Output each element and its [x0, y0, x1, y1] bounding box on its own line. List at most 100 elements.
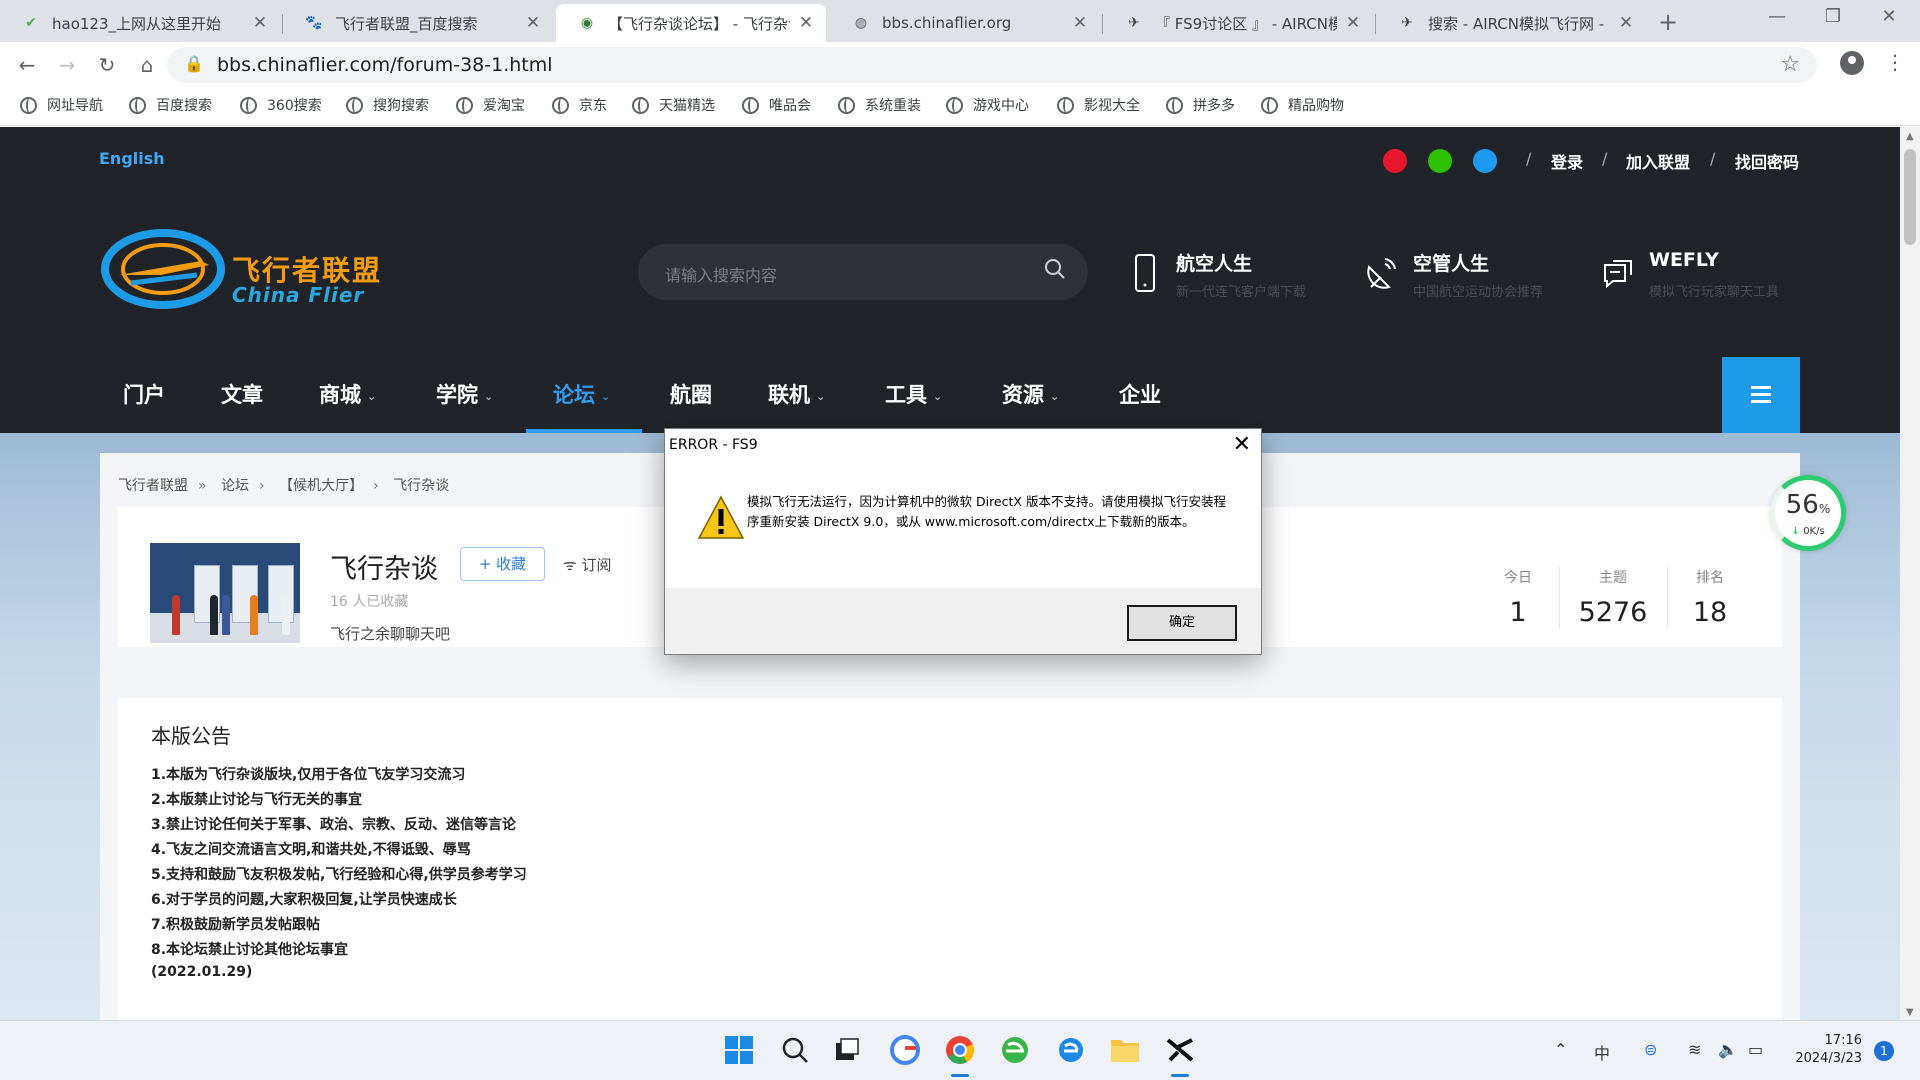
china-flier-logo-icon[interactable] [101, 227, 225, 311]
nav-tools[interactable]: 工具 ⌄ [885, 379, 942, 409]
home-icon[interactable]: ⌂ [132, 50, 162, 80]
error-dialog: ERROR - FS9 ✕ 模拟飞行无法运行，因为计算机中的微软 DirectX… [664, 428, 1262, 655]
breadcrumb-current[interactable]: 飞行杂谈 [393, 478, 449, 494]
fs9-plane-icon[interactable] [1163, 1033, 1197, 1077]
nav-forum[interactable]: 论坛 ⌄ [553, 379, 610, 409]
minimize-icon[interactable]: — [1757, 6, 1797, 27]
bookmark-item[interactable]: 精品购物 [1261, 95, 1344, 115]
close-tab-icon[interactable]: ✕ [798, 13, 814, 33]
scroll-up-icon[interactable]: ▲ [1906, 131, 1914, 142]
english-link[interactable]: English [99, 149, 165, 168]
tab-chinaflier-active[interactable]: ◉ 【飞行杂谈论坛】 - 飞行杂谈 ✕ [556, 4, 826, 42]
close-window-icon[interactable]: ✕ [1869, 6, 1909, 27]
windows-taskbar: ⌃ 中 ⊜ ≋ 🔈 ▭ 17:16 2024/3/23 1 [0, 1020, 1920, 1080]
bookmark-item[interactable]: 网址导航 [20, 95, 103, 115]
scrollbar-thumb[interactable] [1904, 149, 1916, 245]
nav-online[interactable]: 联机 ⌄ [768, 379, 825, 409]
ok-button[interactable]: 确定 [1127, 605, 1237, 641]
ime-badge-icon[interactable]: ⊜ [1644, 1040, 1657, 1059]
breadcrumb-home[interactable]: 飞行者联盟 [118, 478, 188, 494]
breadcrumb: 飞行者联盟» 论坛 › 【候机大厅】 › 飞行杂谈 [118, 478, 450, 494]
nav-hangquan[interactable]: 航圈 [670, 379, 712, 409]
tab-hao123[interactable]: ✔ hao123_上网从这里开始 ✕ [0, 4, 280, 42]
scroll-down-icon[interactable]: ▼ [1906, 1007, 1914, 1018]
bookmark-item[interactable]: 拼多多 [1166, 95, 1235, 115]
favorite-button[interactable]: + 收藏 [460, 547, 545, 581]
profile-avatar-icon[interactable] [1840, 51, 1864, 75]
chevron-down-icon: ⌄ [484, 389, 494, 403]
plane-icon: ✈ [1401, 15, 1413, 31]
bookmark-star-icon[interactable]: ☆ [1780, 52, 1800, 77]
close-tab-icon[interactable]: ✕ [1618, 13, 1634, 33]
globe-icon [552, 96, 569, 114]
nav-portal[interactable]: 门户 [123, 379, 165, 409]
close-tab-icon[interactable]: ✕ [1072, 13, 1088, 33]
page-scrollbar[interactable]: ▲ ▼ [1900, 127, 1920, 1020]
windows-start-icon[interactable] [722, 1033, 756, 1067]
chrome-icon[interactable] [943, 1033, 977, 1077]
bookmark-item[interactable]: 影视大全 [1057, 95, 1140, 115]
tab-chinaflier-org[interactable]: ◍ bbs.chinaflier.org ✕ [830, 4, 1100, 42]
recover-password-link[interactable]: 找回密码 [1735, 149, 1799, 173]
bookmark-item[interactable]: 360搜索 [240, 95, 322, 115]
search-icon[interactable] [1044, 258, 1066, 280]
nav-enterprise[interactable]: 企业 [1119, 379, 1161, 409]
address-bar[interactable]: 🔒 bbs.chinaflier.com/forum-38-1.html ☆ [167, 47, 1817, 83]
bookmark-item[interactable]: 搜狗搜索 [346, 95, 429, 115]
battery-icon[interactable]: ▭ [1748, 1040, 1763, 1059]
bookmark-item[interactable]: 天猫精选 [632, 95, 715, 115]
notification-badge[interactable]: 1 [1874, 1041, 1894, 1061]
bookmark-item[interactable]: 系统重装 [838, 95, 921, 115]
task-view-icon[interactable] [830, 1033, 864, 1067]
nav-shop[interactable]: 商城 ⌄ [319, 379, 376, 409]
nav-academy[interactable]: 学院 ⌄ [436, 379, 493, 409]
nav-articles[interactable]: 文章 [221, 379, 263, 409]
bookmark-item[interactable]: 爱淘宝 [456, 95, 525, 115]
bookmark-item[interactable]: 京东 [552, 95, 607, 115]
wifi-icon[interactable]: ≋ [1688, 1040, 1701, 1059]
site-search-input[interactable]: 请输入搜索内容 [638, 244, 1088, 300]
rss-icon: ᯤ [563, 556, 582, 574]
weibo-icon[interactable] [1383, 149, 1407, 173]
hamburger-menu-icon[interactable] [1722, 357, 1800, 433]
close-icon[interactable]: ✕ [1233, 432, 1251, 457]
dialog-titlebar[interactable]: ERROR - FS9 ✕ [665, 429, 1261, 463]
network-speed-widget[interactable]: 56% ↓ 0K/s [1770, 475, 1846, 551]
close-tab-icon[interactable]: ✕ [252, 13, 268, 33]
volume-icon[interactable]: 🔈 [1718, 1040, 1738, 1059]
forward-icon[interactable]: → [52, 50, 82, 80]
back-icon[interactable]: ← [12, 50, 42, 80]
tab-aircn-search[interactable]: ✈ 搜索 - AIRCN模拟飞行网 - Powered by Discuz! ✕ [1376, 4, 1646, 42]
join-link[interactable]: 加入联盟 [1626, 149, 1690, 173]
internet-explorer-icon[interactable] [1054, 1033, 1088, 1067]
new-tab-button[interactable]: + [1653, 8, 1683, 36]
restore-icon[interactable]: ❐ [1813, 6, 1853, 27]
tab-aircn-fs9[interactable]: ✈ 『 FS9讨论区 』 - AIRCN模拟飞行网 ✕ [1103, 4, 1373, 42]
close-tab-icon[interactable]: ✕ [1345, 13, 1361, 33]
nav-resources[interactable]: 资源 ⌄ [1002, 379, 1059, 409]
breadcrumb-forum[interactable]: 论坛 [221, 478, 249, 494]
tab-baidu[interactable]: 🐾 飞行者联盟_百度搜索 ✕ [283, 4, 553, 42]
subscribe-button[interactable]: ᯤ 订阅 [563, 554, 611, 575]
reload-icon[interactable]: ↻ [92, 50, 122, 80]
browser-360-icon[interactable] [998, 1033, 1032, 1067]
baidu-paw-icon: 🐾 [305, 15, 323, 31]
more-menu-icon[interactable]: ⋮ [1885, 50, 1905, 74]
input-method-icon[interactable]: 中 [1594, 1040, 1610, 1064]
bookmark-item[interactable]: 唯品会 [742, 95, 811, 115]
close-tab-icon[interactable]: ✕ [525, 13, 541, 33]
breadcrumb-lounge[interactable]: 【候机大厅】 [279, 478, 363, 494]
chevron-up-icon[interactable]: ⌃ [1554, 1040, 1567, 1059]
search-icon[interactable] [778, 1033, 812, 1067]
qq-icon[interactable] [1473, 149, 1497, 173]
bookmark-item[interactable]: 百度搜索 [129, 95, 212, 115]
bookmark-item[interactable]: 游戏中心 [946, 95, 1029, 115]
login-link[interactable]: 登录 [1551, 149, 1583, 173]
system-clock[interactable]: 17:16 2024/3/23 [1792, 1032, 1862, 1068]
forum-thumbnail [150, 543, 300, 643]
file-explorer-icon[interactable] [1108, 1033, 1142, 1067]
google-app-icon[interactable] [888, 1033, 922, 1067]
dialog-body: 模拟飞行无法运行，因为计算机中的微软 DirectX 版本不支持。请使用模拟飞行… [665, 463, 1261, 588]
notice-line: 1.本版为飞行杂谈版块,仅用于各位飞友学习交流习 [151, 767, 466, 783]
wechat-icon[interactable] [1428, 149, 1452, 173]
